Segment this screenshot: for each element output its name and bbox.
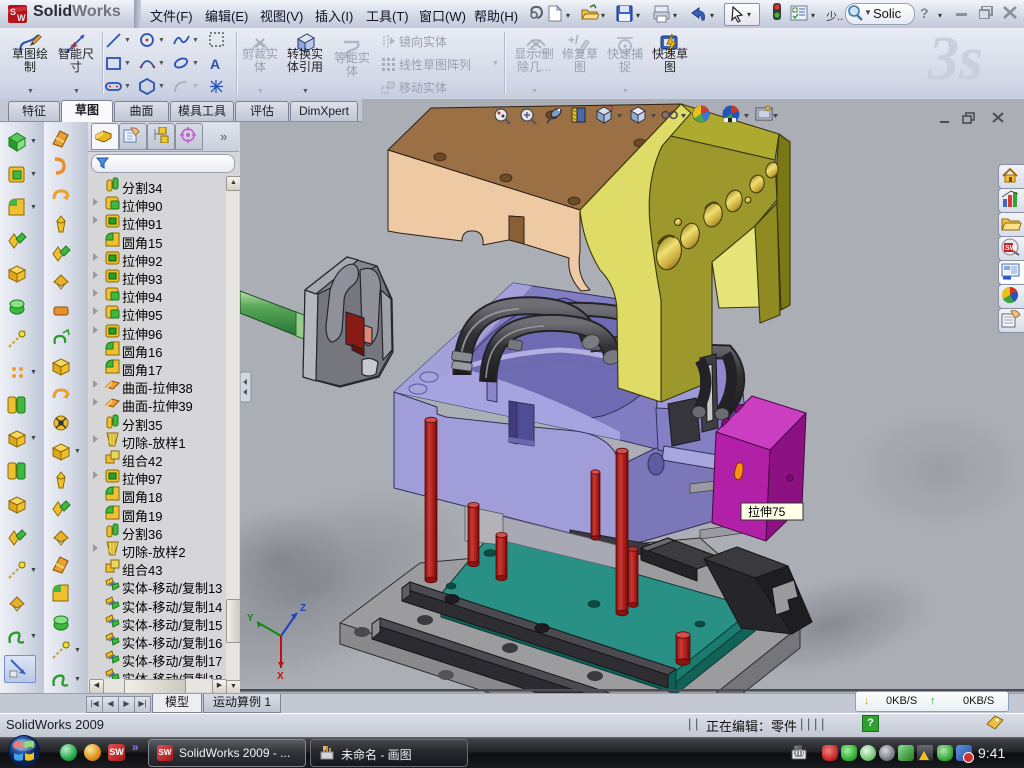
svg-text:Z: Z <box>300 603 306 614</box>
svg-text:拉伸75: 拉伸75 <box>748 504 786 519</box>
svg-text:Y: Y <box>247 613 254 624</box>
svg-text:A: A <box>210 56 220 72</box>
svg-text:SW: SW <box>1005 245 1017 252</box>
svg-text:X: X <box>277 671 284 682</box>
svg-text:键盘: 键盘 <box>794 745 802 750</box>
svg-text:S: S <box>10 7 16 17</box>
svg-text:W: W <box>17 13 26 23</box>
svg-text:+/: +/ <box>568 33 579 47</box>
